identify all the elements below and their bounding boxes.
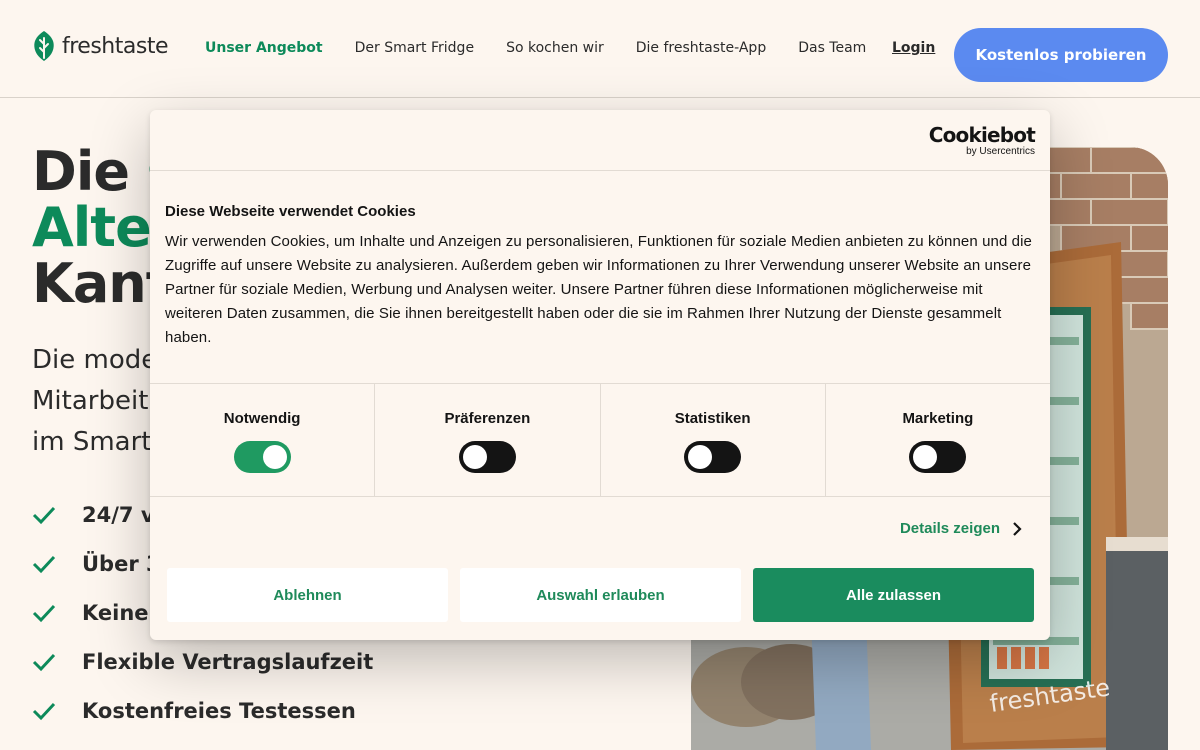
check-icon bbox=[32, 604, 56, 622]
category-statistiken: Statistiken bbox=[601, 384, 826, 496]
category-label: Statistiken bbox=[674, 410, 751, 427]
logo[interactable]: freshtaste bbox=[32, 30, 168, 62]
consent-categories: Notwendig Präferenzen Statistiken Market… bbox=[150, 383, 1050, 497]
logo-text: freshtaste bbox=[62, 33, 168, 59]
feature-item: Kostenfreies Testessen bbox=[32, 686, 373, 735]
feature-label: Flexible Vertragslaufzeit bbox=[82, 649, 374, 674]
category-marketing: Marketing bbox=[826, 384, 1050, 496]
toggle-knob bbox=[913, 445, 938, 469]
nav-so-kochen-wir[interactable]: So kochen wir bbox=[506, 40, 604, 56]
category-praeferenzen: Präferenzen bbox=[375, 384, 601, 496]
details-label: Details zeigen bbox=[899, 520, 1000, 537]
toggle-knob bbox=[688, 445, 713, 469]
nav-team[interactable]: Das Team bbox=[798, 40, 866, 56]
cookiebot-logo[interactable]: Cookiebot by Usercentrics bbox=[928, 123, 1036, 157]
dialog-buttons: Ablehnen Auswahl erlauben Alle zulassen bbox=[167, 568, 1034, 622]
toggle-statistiken[interactable] bbox=[684, 441, 742, 473]
feature-item: Flexible Vertragslaufzeit bbox=[32, 637, 373, 686]
allow-selection-button[interactable]: Auswahl erlauben bbox=[460, 568, 741, 622]
check-icon bbox=[32, 702, 56, 720]
leaf-logo-icon bbox=[34, 31, 54, 61]
main-nav: Unser Angebot Der Smart Fridge So kochen… bbox=[205, 40, 866, 56]
feature-label: Über 3 bbox=[82, 551, 161, 576]
category-label: Notwendig bbox=[223, 410, 301, 427]
dialog-title: Diese Webseite verwendet Cookies bbox=[165, 203, 416, 220]
toggle-praeferenzen[interactable] bbox=[458, 441, 516, 473]
category-label: Präferenzen bbox=[444, 410, 531, 427]
nav-app[interactable]: Die freshtaste-App bbox=[636, 40, 766, 56]
allow-all-button[interactable]: Alle zulassen bbox=[753, 568, 1034, 622]
site-header: freshtaste Unser Angebot Der Smart Fridg… bbox=[0, 0, 1200, 98]
toggle-knob bbox=[462, 445, 487, 469]
check-icon bbox=[32, 653, 56, 671]
details-link[interactable]: Details zeigen bbox=[900, 520, 1022, 537]
nav-unser-angebot[interactable]: Unser Angebot bbox=[205, 40, 323, 56]
feature-label: Kostenfreies Testessen bbox=[82, 698, 356, 723]
check-icon bbox=[32, 506, 56, 524]
nav-smart-fridge[interactable]: Der Smart Fridge bbox=[355, 40, 474, 56]
check-icon bbox=[32, 555, 56, 573]
category-notwendig: Notwendig bbox=[150, 384, 376, 496]
category-label: Marketing bbox=[902, 410, 974, 427]
try-free-button[interactable]: Kostenlos probieren bbox=[954, 28, 1168, 82]
reject-button[interactable]: Ablehnen bbox=[167, 568, 448, 622]
dialog-text: Wir verwenden Cookies, um Inhalte und An… bbox=[165, 233, 1032, 346]
login-link[interactable]: Login bbox=[892, 40, 935, 56]
cookiebot-by: by Usercentrics bbox=[966, 146, 1035, 157]
cookiebot-brand: Cookiebot bbox=[928, 123, 1036, 147]
toggle-marketing[interactable] bbox=[909, 441, 967, 473]
dialog-header: Cookiebot by Usercentrics bbox=[150, 110, 1050, 171]
chevron-right-icon bbox=[1013, 521, 1022, 536]
toggle-notwendig[interactable] bbox=[233, 441, 291, 473]
dialog-body: Diese Webseite verwendet Cookies Wir ver… bbox=[150, 171, 1050, 350]
hero-title-word: Die bbox=[32, 140, 147, 203]
toggle-knob bbox=[262, 445, 287, 469]
cookie-consent-dialog: Cookiebot by Usercentrics Diese Webseite… bbox=[150, 110, 1050, 640]
